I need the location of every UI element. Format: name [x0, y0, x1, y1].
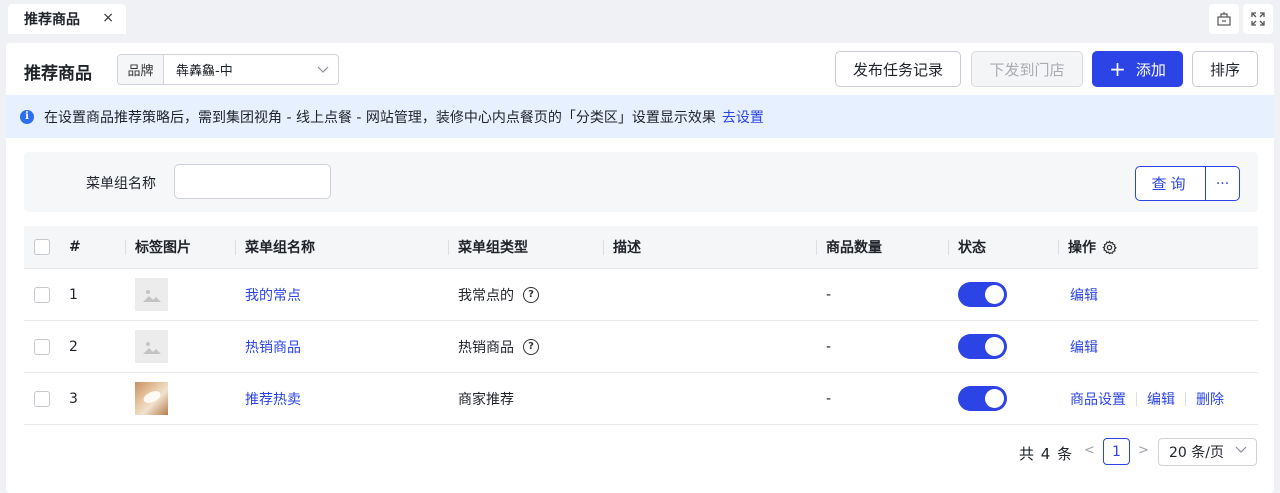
- row-checkbox[interactable]: [34, 390, 50, 407]
- go-settings-link[interactable]: 去设置: [722, 107, 764, 127]
- row-count: -: [826, 338, 832, 355]
- row-index: 1: [69, 286, 78, 303]
- row-index: 2: [69, 338, 78, 355]
- menu-group-name-link[interactable]: 推荐热卖: [245, 373, 301, 424]
- next-page-button[interactable]: >: [1138, 443, 1149, 458]
- sort-button[interactable]: 排序: [1192, 51, 1258, 87]
- page-size-select[interactable]: 20 条/页: [1158, 438, 1257, 466]
- publish-log-button[interactable]: 发布任务记录: [835, 51, 961, 87]
- building-icon[interactable]: [1209, 4, 1239, 34]
- table-row: 1 我的常点 我常点的 ? - 编辑: [24, 269, 1258, 321]
- menu-group-name-label: 菜单组名称: [86, 176, 156, 192]
- column-ops-label: 操作: [1068, 240, 1096, 256]
- info-alert: i 在设置商品推荐策略后，需到集团视角 - 线上点餐 - 网站管理，装修中心内点…: [6, 95, 1274, 138]
- help-icon[interactable]: ?: [523, 338, 539, 355]
- status-toggle[interactable]: [958, 334, 1007, 359]
- tab-recommend-products[interactable]: 推荐商品 ×: [8, 4, 126, 34]
- edit-link[interactable]: 编辑: [1147, 389, 1175, 409]
- row-index: 3: [69, 390, 78, 407]
- pagination: 共 4 条 < 1 > 20 条/页: [6, 437, 1274, 467]
- plus-icon: +: [1109, 57, 1126, 81]
- total-count: 共 4 条: [1019, 445, 1074, 463]
- menu-group-table: # 标签图片 菜单组名称 菜单组类型 描述 商品数量 状态 操作 1 我的常点 …: [24, 226, 1258, 425]
- menu-group-name-link[interactable]: 热销商品: [245, 321, 301, 372]
- menu-group-type: 商家推荐: [458, 391, 514, 408]
- placeholder-image-icon: [135, 278, 168, 311]
- menu-group-type: 我常点的: [458, 287, 514, 304]
- alert-text: 在设置商品推荐策略后，需到集团视角 - 线上点餐 - 网站管理，装修中心内点餐页…: [44, 109, 716, 126]
- column-desc: 描述: [603, 226, 641, 268]
- status-toggle[interactable]: [958, 386, 1007, 411]
- product-settings-link[interactable]: 商品设置: [1070, 389, 1126, 409]
- menu-group-type: 热销商品: [458, 339, 514, 356]
- more-options-button[interactable]: ···: [1206, 167, 1239, 200]
- gear-icon[interactable]: [1102, 239, 1117, 255]
- table-row: 2 热销商品 热销商品 ? - 编辑: [24, 321, 1258, 373]
- divider: [1185, 391, 1186, 406]
- table-header: # 标签图片 菜单组名称 菜单组类型 描述 商品数量 状态 操作: [24, 226, 1258, 269]
- row-count: -: [826, 390, 832, 407]
- edit-link[interactable]: 编辑: [1070, 337, 1098, 357]
- add-button[interactable]: + 添加: [1092, 51, 1183, 87]
- column-name: 菜单组名称: [235, 226, 315, 268]
- info-icon: i: [20, 109, 34, 124]
- brand-select-prefix: 品牌: [118, 55, 164, 84]
- main-panel: 推荐商品 品牌 犇羴鱻-中 发布任务记录 下发到门店 + 添加 排序 i 在设置…: [6, 43, 1274, 493]
- placeholder-image-icon: [135, 330, 168, 363]
- column-index: #: [69, 239, 81, 255]
- page-number-current[interactable]: 1: [1103, 438, 1130, 465]
- status-toggle[interactable]: [958, 282, 1007, 307]
- select-all-checkbox[interactable]: [34, 239, 50, 255]
- help-icon[interactable]: ?: [523, 286, 539, 303]
- table-row: 3 推荐热卖 商家推荐 - 商品设置 编辑 删除: [24, 373, 1258, 425]
- column-count: 商品数量: [816, 226, 882, 268]
- tab-bar: 推荐商品 ×: [0, 0, 1280, 37]
- row-checkbox[interactable]: [34, 338, 50, 355]
- tag-image-thumbnail: [135, 382, 168, 415]
- filter-bar: 菜单组名称 查询 ···: [24, 152, 1258, 212]
- column-ops: 操作: [1058, 226, 1117, 268]
- chevron-down-icon: [1235, 446, 1247, 453]
- menu-group-name-input[interactable]: [174, 164, 331, 199]
- edit-link[interactable]: 编辑: [1070, 285, 1098, 305]
- chevron-down-icon: [308, 66, 338, 74]
- row-checkbox[interactable]: [34, 286, 50, 303]
- query-button[interactable]: 查询: [1136, 167, 1206, 200]
- close-icon[interactable]: ×: [102, 10, 114, 26]
- fullscreen-icon[interactable]: [1243, 4, 1273, 34]
- tab-label: 推荐商品: [24, 12, 80, 28]
- brand-select-value: 犇羴鱻-中: [176, 64, 233, 79]
- column-type: 菜单组类型: [448, 226, 528, 268]
- add-button-label: 添加: [1135, 60, 1166, 79]
- brand-select[interactable]: 品牌 犇羴鱻-中: [117, 54, 339, 85]
- column-status: 状态: [948, 226, 986, 268]
- column-image: 标签图片: [125, 226, 191, 268]
- dispatch-to-store-button[interactable]: 下发到门店: [971, 51, 1083, 87]
- divider: [1136, 391, 1137, 406]
- menu-group-name-link[interactable]: 我的常点: [245, 269, 301, 320]
- page-size-value: 20 条/页: [1169, 445, 1224, 461]
- delete-link[interactable]: 删除: [1196, 389, 1224, 409]
- page-title: 推荐商品: [24, 64, 92, 84]
- row-count: -: [826, 286, 832, 303]
- prev-page-button[interactable]: <: [1084, 443, 1095, 458]
- query-button-group: 查询 ···: [1135, 166, 1240, 201]
